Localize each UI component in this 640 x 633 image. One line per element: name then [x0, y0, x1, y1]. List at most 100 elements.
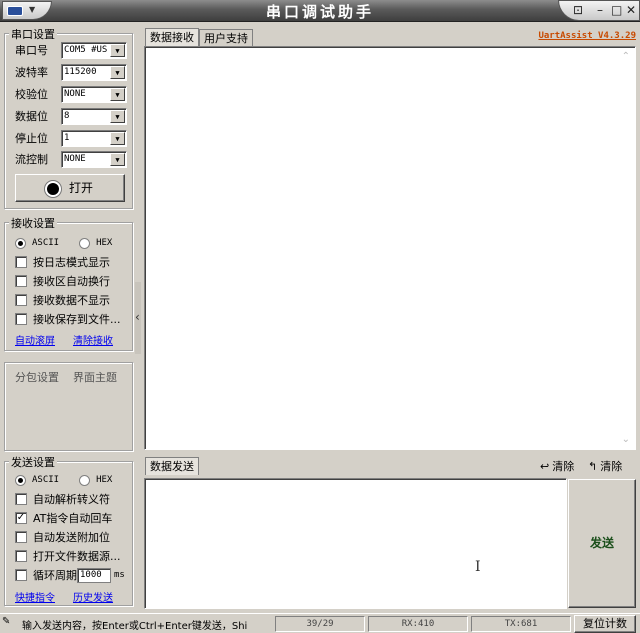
clear-all-button[interactable]: ↰ 清除	[588, 458, 622, 474]
serial-settings-group: 串口设置 串口号 COM5 #US ▼ 波特率 115200 ▼ 校验位 NONE ▼…	[4, 26, 134, 210]
clear-send-button[interactable]: ↩ 清除	[540, 458, 574, 474]
port-select[interactable]: COM5 #US ▼	[61, 41, 127, 59]
reset-count-button[interactable]: 复位计数	[574, 615, 636, 633]
send-append-label: 自动发送附加位	[33, 531, 110, 544]
radio-icon[interactable]	[79, 474, 91, 486]
tab-user-support[interactable]: 用户支持	[199, 29, 253, 47]
quick-command-link[interactable]: 快捷指令	[15, 589, 55, 604]
loop-period-unit: ms	[114, 570, 125, 580]
minimize-icon[interactable]: –	[597, 3, 603, 17]
receive-hex-label: HEX	[96, 238, 113, 248]
checkbox-icon	[15, 256, 27, 268]
send-append-checkbox[interactable]: 自动发送附加位	[15, 529, 110, 545]
send-file-source-checkbox[interactable]: 打开文件数据源...	[15, 548, 121, 564]
chevron-down-icon[interactable]: ▼	[110, 131, 125, 145]
collapse-left-icon[interactable]: ‹	[135, 310, 140, 324]
flow-value: NONE	[64, 153, 86, 164]
chevron-down-icon[interactable]: ▼	[110, 43, 125, 57]
window-title: 串口调试助手	[265, 3, 374, 21]
checkbox-icon	[15, 550, 27, 562]
chevron-down-icon[interactable]: ▼	[110, 109, 125, 123]
packet-settings-tab[interactable]: 分包设置	[15, 369, 59, 385]
receive-save-file-checkbox[interactable]: 接收保存到文件...	[15, 311, 121, 327]
receive-log-mode-label: 按日志模式显示	[33, 256, 110, 269]
title-bar: ▼ 串口调试助手 ⊡ – □ ✕	[0, 0, 640, 22]
send-loop-label: 循环周期	[33, 569, 77, 582]
chevron-down-icon[interactable]: ▼	[110, 152, 125, 166]
open-port-button[interactable]: 打开	[15, 174, 125, 202]
send-ascii-radio[interactable]: ASCII HEX	[15, 472, 112, 488]
checkbox-icon	[15, 531, 27, 543]
close-icon[interactable]: ✕	[626, 3, 636, 17]
clear-send-label: 清除	[552, 460, 575, 473]
pencil-icon: ✎	[2, 616, 11, 627]
theme-tab[interactable]: 界面主题	[73, 369, 117, 385]
flow-select[interactable]: NONE ▼	[61, 150, 127, 168]
port-label: 串口号	[15, 44, 48, 57]
parity-select[interactable]: NONE ▼	[61, 85, 127, 103]
receive-auto-wrap-checkbox[interactable]: 接收区自动换行	[15, 273, 110, 289]
scroll-down-icon[interactable]: ⌄	[622, 434, 630, 445]
receive-ascii-label: ASCII	[32, 238, 60, 248]
version-link[interactable]: UartAssist V4.3.29	[538, 31, 636, 41]
receive-text-area[interactable]: ⌃ ⌄	[144, 46, 636, 450]
send-loop-checkbox[interactable]: 循环周期 1000 ms	[15, 567, 125, 583]
port-row: 串口号 COM5 #US ▼	[15, 41, 127, 59]
receive-save-file-label: 接收保存到文件...	[33, 313, 121, 326]
parity-row: 校验位 NONE ▼	[15, 85, 127, 103]
status-bar: ✎ 输入发送内容，按Enter或Ctrl+Enter键发送，Shi 39/29 …	[0, 613, 640, 633]
send-text-area[interactable]: I	[144, 478, 567, 609]
databits-row: 数据位 8 ▼	[15, 107, 127, 125]
send-at-cr-checkbox[interactable]: ✓ AT指令自动回车	[15, 510, 112, 526]
status-line-count: 39/29	[275, 616, 365, 632]
parity-label: 校验位	[15, 88, 48, 101]
receive-ascii-radio[interactable]: ASCII HEX	[15, 235, 112, 251]
baud-row: 波特率 115200 ▼	[15, 63, 127, 81]
port-status-icon	[46, 182, 59, 195]
tab-send-data[interactable]: 数据发送	[145, 457, 199, 475]
receive-hide-data-checkbox[interactable]: 接收数据不显示	[15, 292, 110, 308]
checkbox-checked-icon: ✓	[15, 512, 27, 524]
maximize-icon[interactable]: □	[611, 3, 622, 17]
status-hint: 输入发送内容，按Enter或Ctrl+Enter键发送，Shi	[22, 621, 248, 632]
send-escape-checkbox[interactable]: 自动解析转义符	[15, 491, 110, 507]
open-port-label: 打开	[68, 181, 93, 195]
auto-scroll-link[interactable]: 自动滚屏	[15, 332, 55, 347]
misc-settings-group: 分包设置 界面主题	[4, 362, 134, 452]
send-escape-label: 自动解析转义符	[33, 493, 110, 506]
chevron-down-icon[interactable]: ▼	[110, 87, 125, 101]
baud-label: 波特率	[15, 66, 48, 79]
text-cursor-icon: I	[475, 559, 481, 575]
serial-settings-title: 串口设置	[9, 26, 57, 42]
loop-period-input[interactable]: 1000	[77, 567, 111, 583]
checkbox-icon	[15, 294, 27, 306]
stopbits-select[interactable]: 1 ▼	[61, 129, 127, 147]
send-button[interactable]: 发送	[568, 479, 636, 608]
pin-icon[interactable]: ⊡	[573, 3, 583, 17]
checkbox-icon	[15, 493, 27, 505]
tab-receive-data[interactable]: 数据接收	[145, 28, 199, 46]
receive-settings-title: 接收设置	[9, 215, 57, 231]
databits-select[interactable]: 8 ▼	[61, 107, 127, 125]
scroll-up-icon[interactable]: ⌃	[622, 51, 630, 62]
baud-value: 115200	[64, 66, 97, 77]
send-settings-title: 发送设置	[9, 454, 57, 470]
send-history-link[interactable]: 历史发送	[73, 589, 113, 604]
status-rx-count: RX:410	[368, 616, 468, 632]
checkbox-icon	[15, 313, 27, 325]
receive-hide-data-label: 接收数据不显示	[33, 294, 110, 307]
send-ascii-label: ASCII	[32, 475, 60, 485]
clear-up-icon: ↰	[588, 459, 598, 473]
stopbits-label: 停止位	[15, 132, 48, 145]
receive-log-mode-checkbox[interactable]: 按日志模式显示	[15, 254, 110, 270]
send-file-source-label: 打开文件数据源...	[33, 550, 121, 563]
receive-auto-wrap-label: 接收区自动换行	[33, 275, 110, 288]
radio-icon[interactable]	[79, 237, 91, 249]
chevron-down-icon[interactable]: ▼	[110, 65, 125, 79]
send-hex-label: HEX	[96, 475, 113, 485]
baud-select[interactable]: 115200 ▼	[61, 63, 127, 81]
clear-arrow-icon: ↩	[540, 459, 550, 473]
checkbox-icon	[15, 275, 27, 287]
clear-receive-link[interactable]: 清除接收	[73, 332, 113, 347]
databits-label: 数据位	[15, 110, 48, 123]
